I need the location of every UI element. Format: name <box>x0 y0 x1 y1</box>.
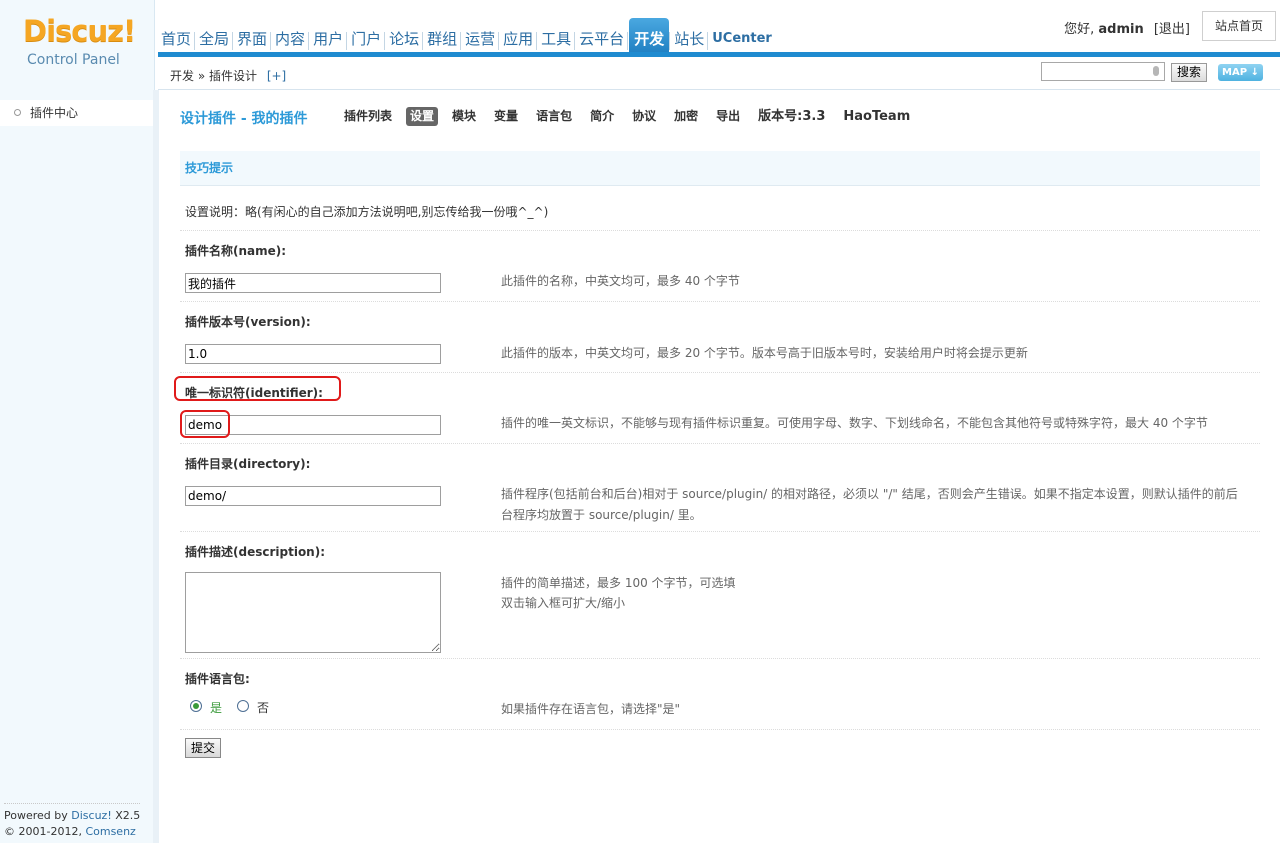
topnav-item-7[interactable]: 群组 <box>422 18 460 54</box>
description-hint-line2: 双击输入框可扩大/缩小 <box>501 596 626 610</box>
tab-5[interactable]: 简介 <box>586 107 618 126</box>
identifier-hint: 插件的唯一英文标识，不能够与现有插件标识重复。可使用字母、数字、下划线命名，不能… <box>501 416 1208 430</box>
directory-label: 插件目录(directory): <box>185 457 311 471</box>
arrow-down-icon: ↓ <box>1250 67 1259 78</box>
directory-input[interactable] <box>185 486 441 506</box>
topnav-item-6[interactable]: 论坛 <box>384 18 422 54</box>
topnav-item-14[interactable]: UCenter <box>707 18 775 54</box>
breadcrumb-path[interactable]: 开发 » 插件设计 <box>170 69 257 83</box>
tab-6[interactable]: 协议 <box>628 107 660 126</box>
identifier-value-highlight <box>180 410 230 438</box>
control-panel-subtitle: Control Panel <box>27 52 120 68</box>
tab-10: HaoTeam <box>843 109 911 124</box>
divider <box>180 729 1260 730</box>
langpack-no-label[interactable]: 否 <box>257 699 269 716</box>
copyright-prefix: © 2001-2012, <box>4 825 82 838</box>
langpack-no-radio[interactable] <box>237 700 249 712</box>
description-hint-line1: 插件的简单描述，最多 100 个字节，可选填 <box>501 576 736 590</box>
discuz-link[interactable]: Discuz! <box>71 809 111 822</box>
tab-8[interactable]: 导出 <box>712 107 744 126</box>
identifier-label: 唯一标识符(identifier): <box>185 386 323 400</box>
microphone-icon[interactable] <box>1153 66 1159 76</box>
topnav-item-2[interactable]: 界面 <box>232 18 270 54</box>
description-textarea[interactable] <box>185 572 441 653</box>
langpack-yes-label[interactable]: 是 <box>210 699 222 716</box>
name-input[interactable] <box>185 273 441 293</box>
divider <box>180 531 1260 532</box>
topnav-item-0[interactable]: 首页 <box>158 18 194 54</box>
username: admin <box>1098 22 1144 37</box>
user-info: 您好, admin [退出] <box>1064 18 1190 37</box>
top-navigation: 首页 全局 界面 内容 用户 门户 论坛 群组 运营 应用 工具 云平台 开发 站长 UCenter <box>158 14 777 54</box>
site-home-button[interactable]: 站点首页 <box>1202 11 1276 41</box>
description-label: 插件描述(description): <box>185 545 326 559</box>
header: Discuz! Control Panel 首页 全局 界面 内容 用户 门户 论坛 群组 运营… <box>0 0 1280 90</box>
sidebar: 插件中心 Powered by Discuz! X2.5 © 2001-2012… <box>0 90 155 843</box>
footer-divider <box>4 803 140 804</box>
tab-7[interactable]: 加密 <box>670 107 702 126</box>
sidebar-item-label: 插件中心 <box>30 106 79 120</box>
topnav-item-5[interactable]: 门户 <box>346 18 384 54</box>
topnav-item-4[interactable]: 用户 <box>308 18 346 54</box>
powered-by: Powered by Discuz! X2.5 © 2001-2012, Com… <box>4 808 154 843</box>
topnav-item-10[interactable]: 工具 <box>536 18 574 54</box>
topnav-item-1[interactable]: 全局 <box>194 18 232 54</box>
langpack-hint: 如果插件存在语言包，请选择"是" <box>501 702 681 716</box>
tips-heading: 技巧提示 <box>180 151 1260 186</box>
version-label: 插件版本号(version): <box>185 315 311 329</box>
tips-text: 设置说明：略(有闲心的自己添加方法说明吧,别忘传给我一份哦^_^) <box>185 205 549 219</box>
sidebar-separator <box>153 90 159 843</box>
sub-toolbar: 开发 » 插件设计 [+] 搜索 MAP ↓ <box>158 57 1280 90</box>
topnav-item-3[interactable]: 内容 <box>270 18 308 54</box>
topnav-item-9[interactable]: 应用 <box>498 18 536 54</box>
langpack-label: 插件语言包: <box>185 672 250 686</box>
version-text: X2.5 <box>115 809 141 822</box>
directory-hint-line1: 插件程序(包括前台和后台)相对于 source/plugin/ 的相对路径，必须… <box>501 487 1238 501</box>
topnav-item-11[interactable]: 云平台 <box>574 18 627 54</box>
map-button[interactable]: MAP ↓ <box>1218 64 1263 81</box>
sub-tabs: 插件列表 设置 模块 变量 语言包 简介 协议 加密 导出 版本号:3.3 HaoTeam <box>340 107 924 126</box>
tab-4[interactable]: 语言包 <box>532 107 576 126</box>
divider <box>180 372 1260 373</box>
breadcrumb: 开发 » 插件设计 [+] <box>170 67 286 84</box>
map-label: MAP <box>1222 67 1248 78</box>
powered-prefix: Powered by <box>4 809 68 822</box>
discuz-logo[interactable]: Discuz! <box>23 14 136 48</box>
tab-1[interactable]: 设置 <box>406 107 439 126</box>
bullet-icon <box>14 109 21 116</box>
sidebar-item-plugin-center[interactable]: 插件中心 <box>0 100 153 126</box>
langpack-yes-radio[interactable] <box>190 700 202 712</box>
name-hint: 此插件的名称，中英文均可，最多 40 个字节 <box>501 274 740 288</box>
version-input[interactable] <box>185 344 441 364</box>
main-content: 设计插件 - 我的插件 插件列表 设置 模块 变量 语言包 简介 协议 加密 导出 版本号:3.3… <box>160 90 1280 843</box>
submit-button[interactable]: 提交 <box>185 738 221 758</box>
logout-link[interactable]: [退出] <box>1154 22 1190 37</box>
divider <box>180 230 1260 231</box>
version-hint: 此插件的版本，中英文均可，最多 20 个字节。版本号高于旧版本号时，安装给用户时… <box>501 346 1028 360</box>
divider <box>180 443 1260 444</box>
topnav-item-8[interactable]: 运营 <box>460 18 498 54</box>
tab-2[interactable]: 模块 <box>448 107 480 126</box>
tab-0[interactable]: 插件列表 <box>340 107 396 126</box>
add-shortcut-link[interactable]: [+] <box>267 69 286 83</box>
logo-area: Discuz! Control Panel <box>0 0 155 90</box>
divider <box>180 301 1260 302</box>
page-title: 设计插件 - 我的插件 <box>180 111 308 127</box>
search-input[interactable] <box>1041 62 1165 81</box>
topnav-item-13[interactable]: 站长 <box>669 18 707 54</box>
directory-hint-line2: 台程序均放置于 source/plugin/ 里。 <box>501 508 702 522</box>
topnav-item-12[interactable]: 开发 <box>627 18 670 54</box>
divider <box>180 658 1260 659</box>
greeting-text: 您好, <box>1064 22 1095 37</box>
search-button[interactable]: 搜索 <box>1171 63 1207 82</box>
name-label: 插件名称(name): <box>185 244 287 258</box>
tab-3[interactable]: 变量 <box>490 107 522 126</box>
tab-9: 版本号:3.3 <box>758 109 826 124</box>
